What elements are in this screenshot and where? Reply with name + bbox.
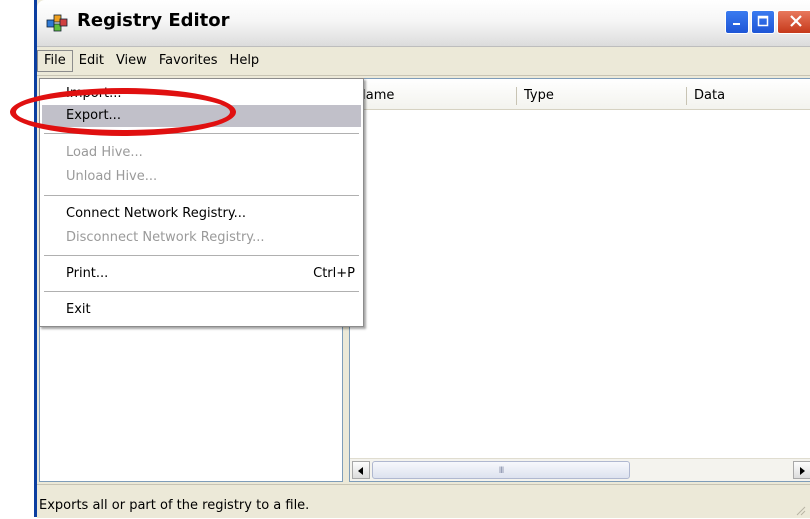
menu-item-import[interactable]: Import... — [42, 83, 361, 105]
menu-file[interactable]: File — [37, 50, 73, 72]
menu-item-load-hive[interactable]: Load Hive... — [42, 142, 361, 164]
menu-item-exit-label: Exit — [66, 302, 91, 317]
column-header-name[interactable]: Name — [350, 79, 516, 109]
file-menu-dropdown: Import... Export... Load Hive... Unload … — [39, 78, 364, 327]
list-header: Name Type Data — [350, 79, 810, 110]
scroll-left-button[interactable] — [352, 461, 370, 479]
menu-item-connect-label: Connect Network Registry... — [66, 206, 247, 221]
resize-grip-icon[interactable] — [796, 504, 806, 516]
menu-item-unload-hive-label: Unload Hive... — [66, 169, 158, 184]
close-icon — [789, 14, 803, 31]
chevron-right-icon — [798, 463, 806, 478]
column-divider[interactable] — [686, 87, 687, 105]
column-divider[interactable] — [516, 87, 517, 105]
maximize-button[interactable] — [751, 10, 775, 34]
title-bar[interactable]: Registry Editor — [37, 0, 810, 47]
scrollbar-thumb[interactable]: III — [372, 461, 630, 479]
menu-item-exit[interactable]: Exit — [42, 299, 361, 321]
column-header-type[interactable]: Type — [518, 79, 684, 109]
menu-item-disconnect-network-registry[interactable]: Disconnect Network Registry... — [42, 227, 361, 249]
window-title: Registry Editor — [77, 10, 230, 31]
menu-bar: File Edit View Favorites Help — [37, 47, 810, 76]
maximize-icon — [757, 15, 769, 30]
menu-edit[interactable]: Edit — [73, 50, 110, 72]
minimize-icon — [731, 15, 743, 30]
print-shortcut: Ctrl+P — [313, 266, 355, 281]
minimize-button[interactable] — [725, 10, 749, 34]
menu-separator — [44, 195, 359, 196]
values-list-pane[interactable]: Name Type Data III — [349, 78, 810, 482]
menu-help[interactable]: Help — [224, 50, 266, 72]
menu-item-import-label: Import... — [66, 86, 122, 101]
menu-separator — [44, 255, 359, 256]
registry-editor-app-icon — [45, 12, 69, 34]
menu-separator — [44, 291, 359, 292]
column-header-data[interactable]: Data — [688, 79, 810, 109]
horizontal-scrollbar[interactable]: III — [350, 458, 810, 481]
menu-view[interactable]: View — [110, 50, 153, 72]
status-text: Exports all or part of the registry to a… — [39, 498, 310, 513]
menu-item-disconnect-label: Disconnect Network Registry... — [66, 230, 265, 245]
menu-item-unload-hive[interactable]: Unload Hive... — [42, 166, 361, 188]
menu-item-export[interactable]: Export... — [42, 105, 361, 127]
menu-item-connect-network-registry[interactable]: Connect Network Registry... — [42, 203, 361, 225]
close-button[interactable] — [777, 10, 810, 34]
menu-item-print-label: Print... — [66, 266, 109, 281]
scrollbar-grip: III — [498, 465, 504, 475]
menu-favorites[interactable]: Favorites — [153, 50, 224, 72]
chevron-left-icon — [357, 463, 365, 478]
menu-item-export-label: Export... — [66, 108, 121, 123]
menu-item-print[interactable]: Print... Ctrl+P — [42, 263, 361, 285]
scroll-right-button[interactable] — [793, 461, 810, 479]
menu-item-load-hive-label: Load Hive... — [66, 145, 143, 160]
menu-separator — [44, 133, 359, 134]
status-bar: Exports all or part of the registry to a… — [37, 484, 810, 518]
